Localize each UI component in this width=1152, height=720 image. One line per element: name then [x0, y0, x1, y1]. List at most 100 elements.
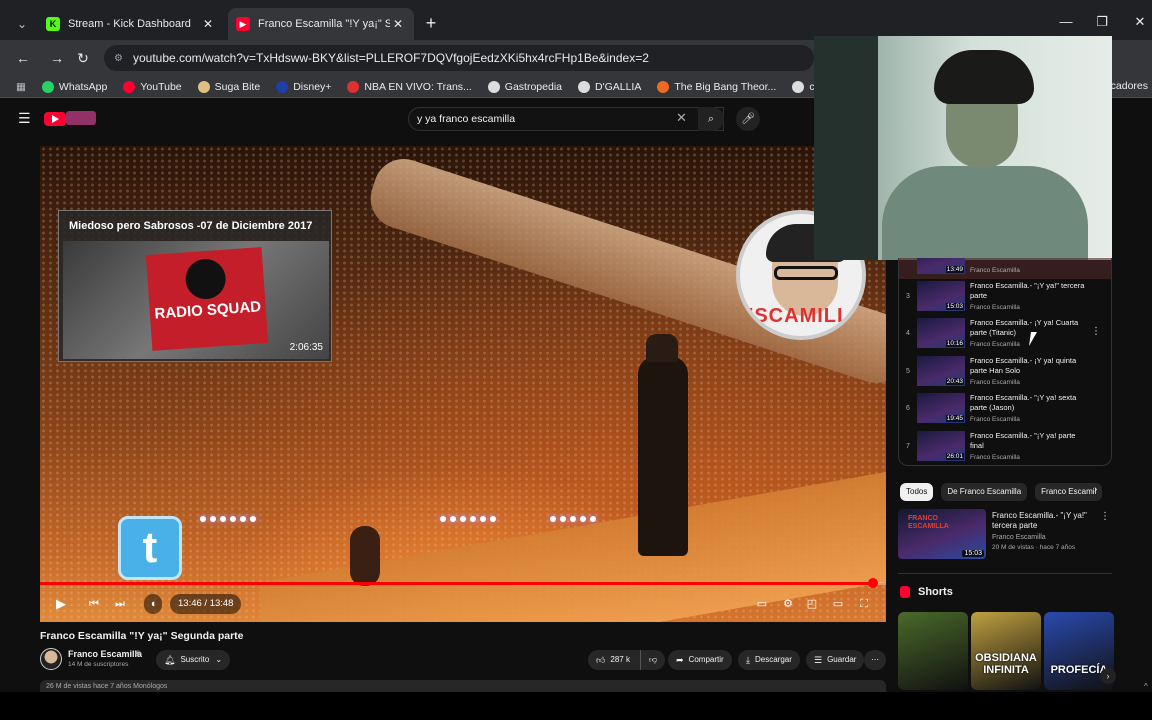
share-button[interactable]: ➦ Compartir [668, 650, 732, 670]
bookmark-item[interactable]: Disney+ [276, 80, 331, 93]
restore-icon[interactable]: ❐ [1088, 12, 1116, 32]
address-bar[interactable]: ⚙ youtube.com/watch?v=TxHdsww-BKY&list=P… [104, 45, 814, 71]
bookmark-item[interactable]: WhatsApp [41, 80, 107, 93]
fullscreen-icon[interactable]: ⛶ [856, 594, 872, 614]
playlist-title[interactable]: Franco Escamilla.- "¡Y ya!" tercera part… [970, 281, 1088, 301]
search-icon[interactable]: ⌕ [698, 107, 724, 131]
download-button[interactable]: ⤓ Descargar [738, 650, 800, 670]
all-bookmarks-label[interactable]: rcadores [1107, 80, 1148, 92]
taskbar-strip [0, 692, 1152, 720]
subscribed-button[interactable]: 🔔︎ Suscrito ⌄ [156, 650, 231, 670]
forward-arrow-icon[interactable]: → [46, 48, 68, 68]
more-options-icon[interactable]: ⋮ [1091, 326, 1101, 337]
playlist-thumbnail[interactable]: 15:03 [917, 281, 965, 311]
playlist-title[interactable]: Franco Escamilla.- ¡Y ya! quinta parte H… [970, 356, 1088, 376]
bookmark-favicon-icon [487, 80, 500, 93]
close-icon[interactable]: ✕ [390, 17, 406, 31]
webcam-overlay [814, 36, 1112, 260]
bookmark-label: NBA EN VIVO: Trans... [364, 80, 472, 93]
recommended-channel[interactable]: Franco Escamilla [992, 534, 1046, 541]
channel-name[interactable]: Franco Escamilla [68, 649, 142, 659]
bookmark-favicon-icon [123, 80, 136, 93]
scroll-up-icon[interactable]: ^ [1144, 682, 1148, 691]
stage-lights [440, 516, 496, 524]
channel-avatar[interactable] [40, 648, 62, 670]
reload-icon[interactable]: ↻ [72, 48, 94, 68]
playlist-index: 6 [906, 405, 910, 412]
short-thumbnail[interactable]: OBSIDIANA INFINITA [971, 612, 1041, 690]
tab-search-icon[interactable]: ⌄ [10, 12, 34, 36]
playlist-item[interactable]: 7 26:01 Franco Escamilla.- "¡Y ya! parte f… [899, 429, 1111, 465]
bookmark-item[interactable]: Gastropedia [487, 80, 562, 93]
playlist-thumbnail[interactable]: 26:01 [917, 431, 965, 461]
recommended-video[interactable]: FRANCO ESCAMILLA 15:03 Franco Escamilla.… [898, 509, 1112, 561]
playlist-thumbnail[interactable]: 13:49 [917, 258, 965, 274]
microphone-icon[interactable]: 🎤︎ [736, 107, 760, 131]
recommended-meta: 20 M de vistas · hace 7 años [992, 544, 1076, 551]
bookmark-label: D'GALLIA [595, 80, 642, 93]
bell-icon: 🔔︎ [164, 655, 176, 665]
playlist-item[interactable]: 4 10:16 Franco Escamilla.- ¡Y ya! Cuarta p… [899, 316, 1111, 353]
recommended-thumbnail[interactable]: FRANCO ESCAMILLA 15:03 [898, 509, 986, 559]
close-icon[interactable]: ✕ [200, 17, 216, 31]
settings-gear-icon[interactable]: ⚙ [780, 594, 796, 614]
play-icon[interactable]: ▶ [52, 594, 70, 614]
download-icon: ⤓ [746, 655, 750, 665]
previous-icon[interactable]: ⏮ [86, 594, 102, 614]
video-player[interactable]: t Miedoso pero Sabrosos -07 de Diciembre… [40, 146, 886, 622]
bookmark-item[interactable]: NBA EN VIVO: Trans... [347, 80, 472, 93]
save-button[interactable]: ☰ Guardar [806, 650, 865, 670]
window-close-icon[interactable]: ✕ [1126, 12, 1152, 32]
site-info-icon[interactable]: ⚙ [114, 53, 123, 64]
short-thumbnail[interactable] [898, 612, 968, 690]
playlist-thumbnail[interactable]: 19:45 [917, 393, 965, 423]
more-options-icon[interactable]: ⋮ [1100, 511, 1110, 522]
twitter-logo-icon: t [118, 516, 182, 580]
minimize-icon[interactable]: — [1052, 12, 1080, 32]
playlist-title[interactable]: Franco Escamilla.- "¡Y ya! sexta parte (… [970, 393, 1088, 413]
menu-icon[interactable]: ☰ [18, 110, 31, 127]
playlist-thumbnail[interactable]: 20:43 [917, 356, 965, 386]
bookmark-item[interactable]: The Big Bang Theor... [657, 80, 776, 93]
bookmark-item[interactable]: Suga Bite [197, 80, 260, 93]
tab-youtube-video[interactable]: ▶ Franco Escamilla "!Y ya¡" Segun ✕ [228, 8, 414, 40]
new-tab-icon[interactable]: + [420, 12, 442, 34]
chevron-right-icon[interactable]: › [1100, 668, 1116, 684]
progress-bar[interactable] [40, 578, 886, 588]
next-icon[interactable]: ⏭ [112, 594, 128, 614]
filter-chip[interactable]: De Franco Escamilla [941, 483, 1028, 501]
playlist-item[interactable]: 13:49Segunda parteFranco Escamilla [899, 258, 1111, 279]
subtitles-icon[interactable]: ▭ [754, 594, 770, 614]
bookmark-item[interactable]: YouTube [123, 80, 182, 93]
filter-chip[interactable]: Todos [900, 483, 934, 501]
filter-chip[interactable]: Franco Escamil [1035, 483, 1103, 501]
recommended-title[interactable]: Franco Escamilla.- "¡Y ya!" tercera part… [992, 511, 1092, 531]
more-actions-icon[interactable]: ⋯ [864, 650, 886, 670]
miniplayer-icon[interactable]: ◰ [804, 594, 820, 614]
share-icon: ➦ [676, 655, 684, 665]
webcam-door [814, 36, 878, 260]
back-arrow-icon[interactable]: ← [12, 48, 34, 68]
bookmark-item[interactable]: D'GALLIA [578, 80, 642, 93]
playlist-item[interactable]: 6 19:45 Franco Escamilla.- "¡Y ya! sexta p… [899, 391, 1111, 428]
playlist-thumbnail[interactable]: 10:16 [917, 318, 965, 348]
playlist-duration: 19:45 [945, 415, 964, 422]
volume-icon[interactable]: ◖ [144, 594, 162, 614]
playlist-duration: 10:16 [945, 340, 964, 347]
chevron-right-icon[interactable]: › [1094, 484, 1097, 495]
playlist-item[interactable]: 5 20:43 Franco Escamilla.- ¡Y ya! quinta p… [899, 354, 1111, 391]
bookmark-label: YouTube [140, 80, 182, 93]
theater-mode-icon[interactable]: ▭ [830, 594, 846, 614]
youtube-logo-icon[interactable] [44, 112, 66, 126]
like-button[interactable]: 👍︎ 287 k 👎︎ [588, 650, 666, 670]
clear-search-icon[interactable]: ✕ [676, 110, 687, 126]
playlist-title[interactable]: Franco Escamilla.- "¡Y ya! parte final [970, 431, 1088, 451]
video-overlay-card[interactable]: Miedoso pero Sabrosos -07 de Diciembre 2… [58, 210, 332, 362]
apps-grid-icon[interactable]: ▦ [16, 81, 26, 93]
playlist-item[interactable]: 3 15:03 Franco Escamilla.- "¡Y ya!" tercer… [899, 279, 1111, 316]
thumbs-down-icon[interactable]: 👎︎ [639, 650, 657, 670]
description-text: 26 M de vistas hace 7 años Monólogos [46, 683, 168, 690]
tab-kick-dashboard[interactable]: K Stream - Kick Dashboard ✕ [38, 8, 224, 40]
playlist-title[interactable]: Franco Escamilla.- ¡Y ya! Cuarta parte (… [970, 318, 1088, 338]
shorts-header: Shorts [900, 586, 953, 598]
